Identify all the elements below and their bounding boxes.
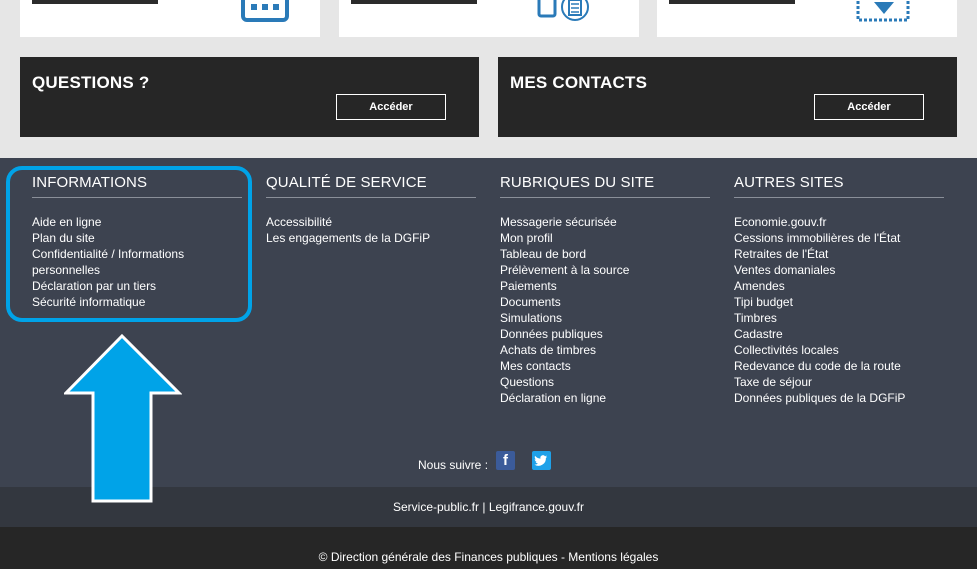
- footer-link[interactable]: Tipi budget: [734, 295, 793, 309]
- mobile-document-icon: [537, 0, 589, 21]
- list-item: Taxe de séjour: [734, 374, 944, 390]
- footer-link[interactable]: Achats de timbres: [500, 343, 596, 357]
- service-card[interactable]: [20, 0, 320, 37]
- footer-link[interactable]: Tableau de bord: [500, 247, 586, 261]
- footer-link[interactable]: Cessions immobilières de l'État: [734, 231, 900, 245]
- footer-link[interactable]: Retraites de l'État: [734, 247, 828, 261]
- copyright-text[interactable]: © Direction générale des Finances publiq…: [0, 550, 977, 564]
- list-item: Données publiques de la DGFiP: [734, 390, 944, 406]
- link-separator: |: [482, 500, 486, 514]
- up-arrow-annotation: [64, 334, 182, 503]
- footer-link[interactable]: Paiements: [500, 279, 557, 293]
- contacts-access-button[interactable]: Accéder: [814, 94, 924, 120]
- stamp-icon: [856, 0, 910, 22]
- footer-column-rubriques: RUBRIQUES DU SITE Messagerie sécurisée M…: [500, 174, 710, 406]
- footer-link[interactable]: Messagerie sécurisée: [500, 215, 617, 229]
- list-item: Messagerie sécurisée: [500, 214, 710, 230]
- service-card[interactable]: [657, 0, 957, 37]
- footer-link[interactable]: Collectivités locales: [734, 343, 839, 357]
- footer-column-autres-sites: AUTRES SITES Economie.gouv.fr Cessions i…: [734, 174, 944, 406]
- list-item: Cadastre: [734, 326, 944, 342]
- footer-link[interactable]: Amendes: [734, 279, 785, 293]
- facebook-icon[interactable]: f: [496, 451, 515, 470]
- twitter-bird-icon: [534, 455, 547, 466]
- footer-link[interactable]: Déclaration en ligne: [500, 391, 606, 405]
- contacts-tile: MES CONTACTS Accéder: [498, 57, 957, 137]
- legifrance-link[interactable]: Legifrance.gouv.fr: [489, 500, 584, 514]
- list-item: Paiements: [500, 278, 710, 294]
- footer-link[interactable]: Simulations: [500, 311, 562, 325]
- list-item: Les engagements de la DGFiP: [266, 230, 476, 246]
- card-dark-bar: [669, 0, 795, 4]
- footer-link[interactable]: Economie.gouv.fr: [734, 215, 827, 229]
- card-dark-bar: [32, 0, 158, 4]
- list-item: Déclaration en ligne: [500, 390, 710, 406]
- list-item: Documents: [500, 294, 710, 310]
- card-dark-bar: [351, 0, 477, 4]
- tile-title: QUESTIONS ?: [32, 73, 150, 92]
- list-item: Données publiques: [500, 326, 710, 342]
- list-item: Tableau de bord: [500, 246, 710, 262]
- highlight-box: [6, 166, 252, 322]
- list-item: Timbres: [734, 310, 944, 326]
- list-item: Mon profil: [500, 230, 710, 246]
- list-item: Mes contacts: [500, 358, 710, 374]
- footer-link[interactable]: Cadastre: [734, 327, 783, 341]
- list-item: Economie.gouv.fr: [734, 214, 944, 230]
- footer-link[interactable]: Mes contacts: [500, 359, 571, 373]
- list-item: Simulations: [500, 310, 710, 326]
- list-item: Questions: [500, 374, 710, 390]
- list-item: Redevance du code de la route: [734, 358, 944, 374]
- list-item: Prélèvement à la source: [500, 262, 710, 278]
- list-item: Amendes: [734, 278, 944, 294]
- tile-title: MES CONTACTS: [510, 73, 648, 92]
- list-item: Tipi budget: [734, 294, 944, 310]
- footer-link[interactable]: Redevance du code de la route: [734, 359, 901, 373]
- list-item: Ventes domaniales: [734, 262, 944, 278]
- footer-link[interactable]: Questions: [500, 375, 554, 389]
- footer-link[interactable]: Taxe de séjour: [734, 375, 812, 389]
- column-heading: QUALITÉ DE SERVICE: [266, 174, 476, 198]
- list-item: Accessibilité: [266, 214, 476, 230]
- footer-link[interactable]: Documents: [500, 295, 561, 309]
- list-item: Collectivités locales: [734, 342, 944, 358]
- footer-link[interactable]: Ventes domaniales: [734, 263, 835, 277]
- column-heading: RUBRIQUES DU SITE: [500, 174, 710, 198]
- service-card[interactable]: [339, 0, 639, 37]
- questions-tile: QUESTIONS ? Accéder: [20, 57, 479, 137]
- calendar-icon: [241, 0, 289, 22]
- footer-link[interactable]: Timbres: [734, 311, 777, 325]
- footer-link[interactable]: Accessibilité: [266, 215, 332, 229]
- top-area: QUESTIONS ? Accéder MES CONTACTS Accéder: [0, 0, 977, 158]
- twitter-icon[interactable]: [532, 451, 551, 470]
- follow-label: Nous suivre :: [418, 458, 489, 472]
- list-item: Achats de timbres: [500, 342, 710, 358]
- footer-column-qualite: QUALITÉ DE SERVICE Accessibilité Les eng…: [266, 174, 476, 246]
- questions-access-button[interactable]: Accéder: [336, 94, 446, 120]
- footer-link[interactable]: Mon profil: [500, 231, 553, 245]
- list-item: Cessions immobilières de l'État: [734, 230, 944, 246]
- link-list: Economie.gouv.fr Cessions immobilières d…: [734, 214, 944, 406]
- footer-link[interactable]: Prélèvement à la source: [500, 263, 629, 277]
- footer-link[interactable]: Données publiques: [500, 327, 603, 341]
- list-item: Retraites de l'État: [734, 246, 944, 262]
- service-public-link[interactable]: Service-public.fr: [393, 500, 479, 514]
- link-list: Accessibilité Les engagements de la DGFi…: [266, 214, 476, 246]
- footer-link[interactable]: Les engagements de la DGFiP: [266, 231, 430, 245]
- footer-link[interactable]: Données publiques de la DGFiP: [734, 391, 905, 405]
- column-heading: AUTRES SITES: [734, 174, 944, 198]
- copyright-bar: © Direction générale des Finances publiq…: [0, 527, 977, 569]
- link-list: Messagerie sécurisée Mon profil Tableau …: [500, 214, 710, 406]
